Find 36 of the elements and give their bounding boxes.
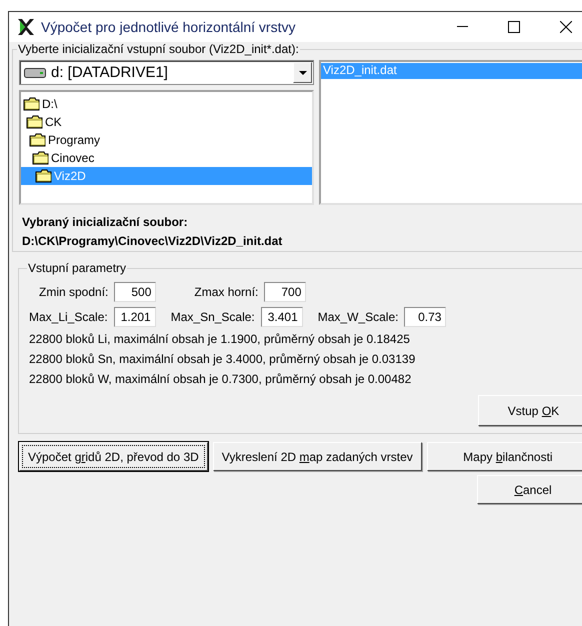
group-label: Vstupní parametry — [27, 261, 128, 275]
group-label: Vyberte inicializační vstupní soubor (Viz2D_init*.dat): — [17, 42, 300, 56]
folder-icon — [29, 133, 47, 147]
number-field[interactable]: 700 — [264, 282, 306, 302]
field-label: Zmin spodní: — [39, 285, 108, 299]
dropdown-arrow-icon — [298, 70, 306, 74]
number-field[interactable]: 0.73 — [404, 307, 446, 327]
folder-icon — [26, 115, 44, 129]
action-button[interactable]: Výpočet gridů 2D, převod do 3D — [19, 442, 208, 471]
info-text: 22800 bloků Sn, maximální obsah je 3.4000, průměrný obsah je 0.03139 — [29, 351, 416, 368]
action-button[interactable]: Vykreslení 2D map zadaných vrstev — [212, 442, 422, 471]
app-logo-icon — [17, 18, 35, 36]
folder-icon — [32, 151, 50, 165]
cancel-button[interactable]: Cancel — [477, 475, 582, 504]
selected-file-path: D:\CK\Programy\Cinovec\Viz2D\Viz2D_init.dat — [22, 233, 284, 250]
selected-file-label: Vybraný inicializační soubor: — [22, 214, 189, 231]
number-field[interactable]: 1.201 — [114, 307, 156, 327]
number-field[interactable]: 500 — [114, 282, 156, 302]
folder-item[interactable]: Programy — [21, 131, 312, 149]
field-label: Max_Li_Scale: — [29, 310, 108, 324]
folder-icon — [23, 97, 41, 111]
info-text: 22800 bloků W, maximální obsah je 0.7300, průměrný obsah je 0.00482 — [29, 371, 412, 388]
info-text: 22800 bloků Li, maximální obsah je 1.1900, průměrný obsah je 0.18425 — [29, 331, 411, 348]
folder-item[interactable]: Cinovec — [21, 149, 312, 167]
window-title: Výpočet pro jednotlivé horizontální vrstvy — [41, 19, 296, 35]
folder-item[interactable]: D:\ — [21, 95, 312, 113]
drive-dropdown[interactable]: d: [DATADRIVE1] — [19, 60, 314, 85]
drive-icon — [24, 66, 46, 78]
field-label: Max_W_Scale: — [318, 310, 398, 324]
folder-item[interactable]: CK — [21, 113, 312, 131]
field-label: Max_Sn_Scale: — [170, 310, 255, 324]
folder-icon — [35, 169, 53, 183]
confirm-input-button[interactable]: Vstup OK — [478, 395, 582, 426]
action-button[interactable]: Mapy bilančnosti — [426, 442, 582, 471]
number-field[interactable]: 3.401 — [260, 307, 303, 327]
field-label: Zmax horní: — [194, 285, 258, 299]
